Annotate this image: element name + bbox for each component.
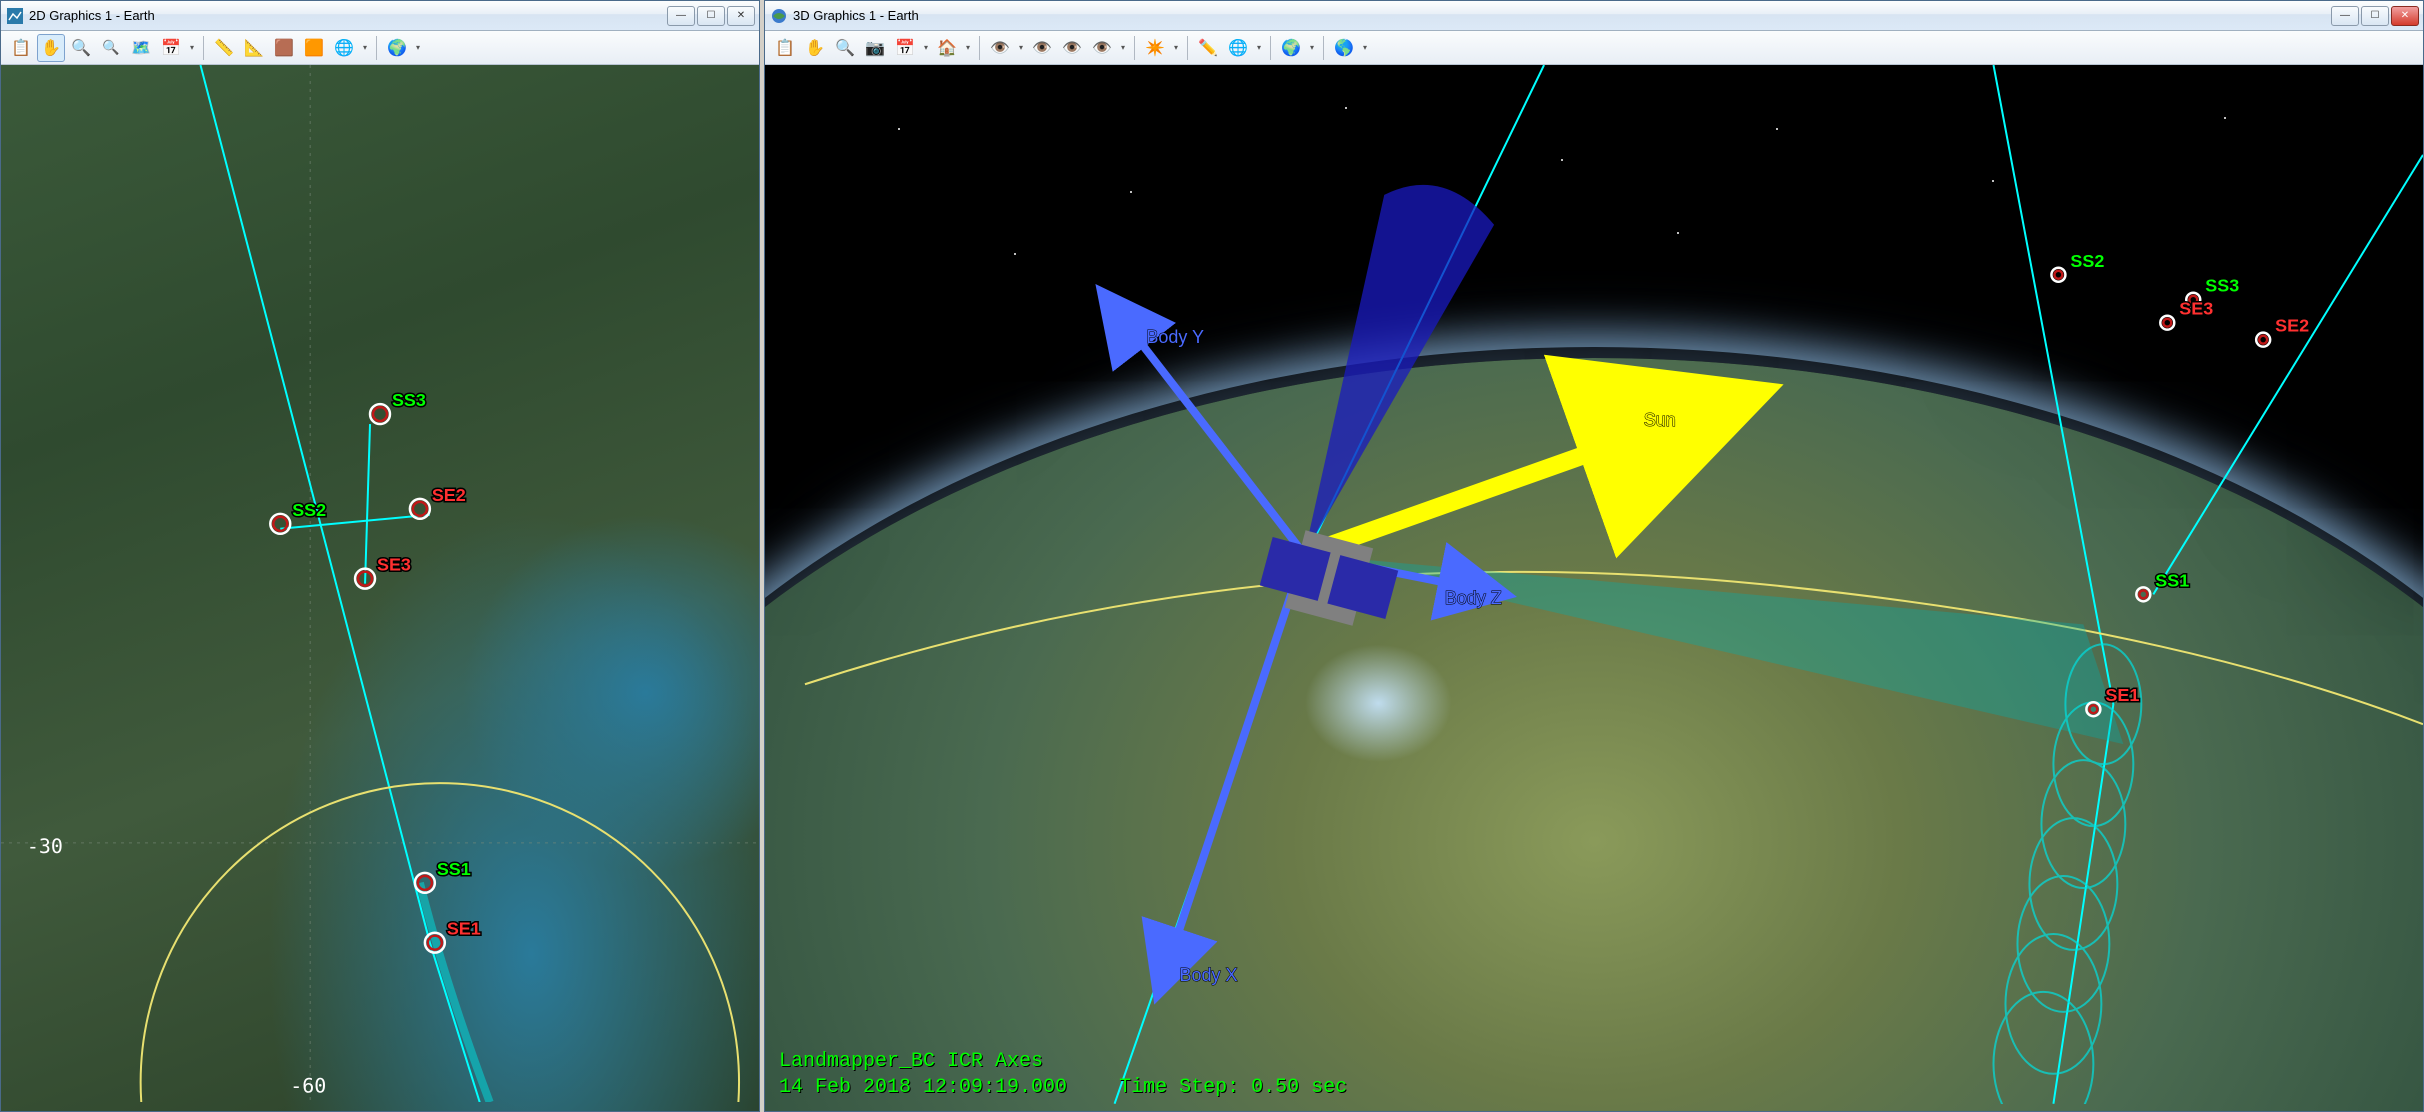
target-label-SE2: SE2 bbox=[2275, 316, 2309, 336]
dropdown-icon[interactable]: ▾ bbox=[1307, 43, 1317, 52]
title-3d: 3D Graphics 1 - Earth bbox=[793, 8, 2331, 23]
dropdown-icon[interactable]: ▾ bbox=[1118, 43, 1128, 52]
maximize-button[interactable]: ☐ bbox=[2361, 6, 2389, 26]
target-label-SE1: SE1 bbox=[447, 919, 481, 939]
notes-icon[interactable]: 📋 bbox=[771, 34, 799, 62]
spacecraft-model bbox=[1285, 530, 1373, 625]
dropdown-icon[interactable]: ▾ bbox=[963, 43, 973, 52]
home-icon[interactable]: 🏠 bbox=[933, 34, 961, 62]
dropdown-icon[interactable]: ▾ bbox=[360, 43, 370, 52]
globe-icon[interactable]: 🌐 bbox=[1224, 34, 1252, 62]
camera-icon[interactable]: 📷 bbox=[861, 34, 889, 62]
target-label-SE3: SE3 bbox=[2179, 299, 2213, 319]
pan-icon[interactable]: ✋ bbox=[37, 34, 65, 62]
body-z-label: Body Z bbox=[1445, 588, 1502, 609]
app-icon-3d bbox=[771, 8, 787, 24]
dropdown-icon[interactable]: ▾ bbox=[187, 43, 197, 52]
target-SE2: SE2 bbox=[2256, 316, 2309, 347]
hud-timestep-label: Time Step: bbox=[1119, 1076, 1239, 1099]
titlebar-2d[interactable]: 2D Graphics 1 - Earth — ☐ ✕ bbox=[1, 1, 759, 31]
target-label-SS3: SS3 bbox=[2205, 276, 2239, 296]
toolbar-separator bbox=[376, 36, 377, 60]
close-button[interactable]: ✕ bbox=[727, 6, 755, 26]
window-2d-graphics: 2D Graphics 1 - Earth — ☐ ✕ 📋 ✋ 🔍 🔍 🗺️ 📅… bbox=[0, 0, 760, 1112]
globe-icon[interactable]: 🌐 bbox=[330, 34, 358, 62]
layers-2-icon[interactable]: 🟧 bbox=[300, 34, 328, 62]
earth-icon[interactable]: 🌎 bbox=[1330, 34, 1358, 62]
axes-icon[interactable]: ✴️ bbox=[1141, 34, 1169, 62]
sun-label: Sun bbox=[1644, 410, 1676, 431]
notes-icon[interactable]: 📋 bbox=[7, 34, 35, 62]
hud-timestep-value: 0.50 sec bbox=[1251, 1076, 1347, 1099]
toolbar-separator bbox=[1134, 36, 1135, 60]
dropdown-icon[interactable]: ▾ bbox=[413, 43, 423, 52]
eye-2-icon[interactable]: 👁️ bbox=[1028, 34, 1056, 62]
toolbar-3d: 📋 ✋ 🔍 📷 📅 ▾ 🏠 ▾ 👁️ ▾ 👁️ 👁️ 👁️ ▾ ✴️ ▾ ✏️ … bbox=[765, 31, 2423, 65]
layers-icon[interactable]: 🟫 bbox=[270, 34, 298, 62]
target-SE3: SE3 bbox=[2160, 299, 2213, 330]
toolbar-separator bbox=[1270, 36, 1271, 60]
target-SS2: SS2 bbox=[2051, 251, 2104, 282]
hud-line1: Landmapper_BC ICR Axes bbox=[779, 1049, 1347, 1075]
globe-map-icon[interactable]: 🗺️ bbox=[127, 34, 155, 62]
viewport-2d[interactable]: -30 -60 SS3 SE2 SS2 SE3 SS1 SE1 bbox=[1, 65, 759, 1111]
dropdown-icon[interactable]: ▾ bbox=[921, 43, 931, 52]
pan-icon[interactable]: ✋ bbox=[801, 34, 829, 62]
target-label-SS1: SS1 bbox=[2155, 570, 2189, 590]
target-label-SE3: SE3 bbox=[377, 555, 411, 575]
target-label-SE1: SE1 bbox=[2105, 685, 2139, 705]
map-2d-overlay: -30 -60 SS3 SE2 SS2 SE3 SS1 SE1 bbox=[1, 65, 759, 1102]
toolbar-separator bbox=[1187, 36, 1188, 60]
close-button[interactable]: ✕ bbox=[2391, 6, 2419, 26]
target-SE3: SE3 bbox=[355, 555, 411, 589]
target-SS2: SS2 bbox=[270, 500, 326, 534]
scene-3d-overlay: SS2 SS3 SE3 SE2 SS1 SE1 bbox=[765, 65, 2423, 1104]
title-2d: 2D Graphics 1 - Earth bbox=[29, 8, 667, 23]
zoom-in-icon[interactable]: 🔍 bbox=[831, 34, 859, 62]
toolbar-separator bbox=[1323, 36, 1324, 60]
target-label-SS2: SS2 bbox=[292, 500, 326, 520]
target-SS3: SS3 bbox=[370, 390, 426, 424]
eye-4-icon[interactable]: 👁️ bbox=[1088, 34, 1116, 62]
target-label-SS2: SS2 bbox=[2070, 251, 2104, 271]
maximize-button[interactable]: ☐ bbox=[697, 6, 725, 26]
toolbar-separator bbox=[979, 36, 980, 60]
body-x-label: Body X bbox=[1180, 965, 1238, 986]
earth-home-icon[interactable]: 🌍 bbox=[1277, 34, 1305, 62]
eye-icon[interactable]: 👁️ bbox=[986, 34, 1014, 62]
target-label-SS3: SS3 bbox=[392, 390, 426, 410]
zoom-in-icon[interactable]: 🔍 bbox=[67, 34, 95, 62]
minimize-button[interactable]: — bbox=[2331, 6, 2359, 26]
earth-icon[interactable]: 🌍 bbox=[383, 34, 411, 62]
lon-label: -60 bbox=[290, 1073, 326, 1097]
calendar-icon[interactable]: 📅 bbox=[891, 34, 919, 62]
toolbar-2d: 📋 ✋ 🔍 🔍 🗺️ 📅 ▾ 📏 📐 🟫 🟧 🌐 ▾ 🌍 ▾ bbox=[1, 31, 759, 65]
titlebar-3d[interactable]: 3D Graphics 1 - Earth — ☐ ✕ bbox=[765, 1, 2423, 31]
dropdown-icon[interactable]: ▾ bbox=[1171, 43, 1181, 52]
zoom-out-icon[interactable]: 🔍 bbox=[97, 34, 125, 62]
dropdown-icon[interactable]: ▾ bbox=[1360, 43, 1370, 52]
ruler-icon[interactable]: 📏 bbox=[210, 34, 238, 62]
target-SS1: SS1 bbox=[2136, 570, 2189, 601]
dropdown-icon[interactable]: ▾ bbox=[1016, 43, 1026, 52]
ruler-2-icon[interactable]: 📐 bbox=[240, 34, 268, 62]
pencil-icon[interactable]: ✏️ bbox=[1194, 34, 1222, 62]
body-y-label: Body Y bbox=[1146, 327, 1204, 348]
hud-datetime: 14 Feb 2018 12:09:19.000 bbox=[779, 1076, 1067, 1099]
dropdown-icon[interactable]: ▾ bbox=[1254, 43, 1264, 52]
hud-overlay: Landmapper_BC ICR Axes 14 Feb 2018 12:09… bbox=[779, 1049, 1347, 1101]
minimize-button[interactable]: — bbox=[667, 6, 695, 26]
target-SE2: SE2 bbox=[410, 485, 466, 519]
viewport-3d[interactable]: SS2SS3SE3SE2SS1SE1 Body Y Body X Body Z … bbox=[765, 65, 2423, 1111]
window-3d-graphics: 3D Graphics 1 - Earth — ☐ ✕ 📋 ✋ 🔍 📷 📅 ▾ … bbox=[764, 0, 2424, 1112]
target-label-SE2: SE2 bbox=[432, 485, 466, 505]
toolbar-separator bbox=[203, 36, 204, 60]
eye-3-icon[interactable]: 👁️ bbox=[1058, 34, 1086, 62]
target-label-SS1: SS1 bbox=[437, 859, 471, 879]
app-icon-2d bbox=[7, 8, 23, 24]
calendar-icon[interactable]: 📅 bbox=[157, 34, 185, 62]
lat-label: -30 bbox=[27, 834, 63, 858]
